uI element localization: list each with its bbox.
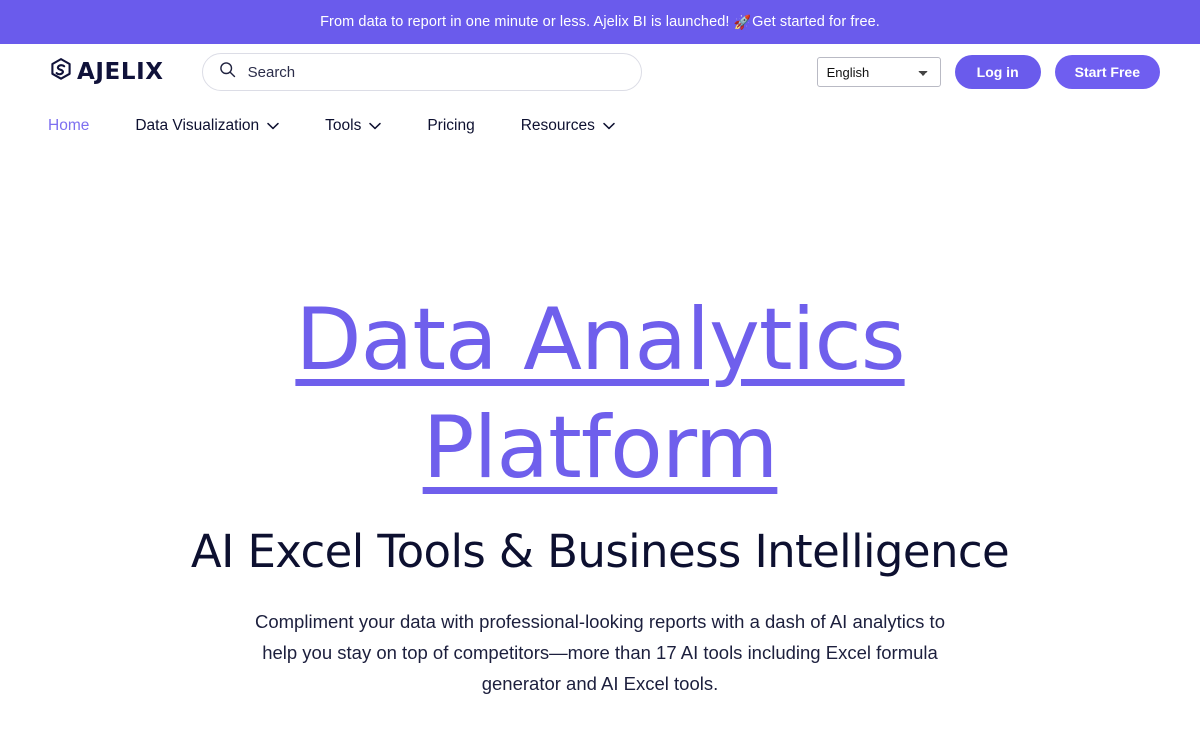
brand-logo-text: AJELIX [77, 58, 164, 85]
hero-title-line-2: Platform [422, 398, 779, 499]
nav-item-label: Tools [325, 117, 362, 134]
chevron-down-icon [603, 117, 615, 135]
hero-title-line-1: Data Analytics [295, 290, 905, 390]
rocket-icon: 🚀 [733, 13, 752, 30]
nav-item-label: Resources [520, 117, 595, 134]
brand-logo[interactable]: AJELIX [48, 57, 164, 88]
language-select[interactable]: English [816, 57, 941, 87]
header-actions: English Log in Start Free [816, 55, 1160, 89]
nav-item-home[interactable]: Home [48, 117, 89, 135]
nav-item-label: Data Visualization [135, 117, 260, 134]
nav-item-data-visualization[interactable]: Data Visualization [135, 117, 279, 135]
chevron-down-icon [267, 117, 279, 135]
search-icon [219, 61, 236, 83]
hero-section: Data Analytics Platform AI Excel Tools &… [0, 152, 1200, 700]
search-bar[interactable] [201, 53, 642, 91]
hero-description: Compliment your data with professional-l… [255, 611, 945, 694]
announcement-banner: From data to report in one minute or les… [0, 0, 1200, 44]
search-input[interactable] [247, 63, 627, 81]
nav-item-pricing[interactable]: Pricing [427, 117, 474, 135]
nav-item-resources[interactable]: Resources [521, 117, 615, 135]
announcement-text: From data to report in one minute or les… [320, 14, 730, 30]
nav-item-label: Pricing [427, 117, 475, 134]
main-navigation: Home Data Visualization Tools Pricing Re… [0, 100, 1200, 152]
hero-title: Data Analytics Platform [0, 286, 1200, 503]
ajelix-hex-logo-icon [48, 57, 74, 88]
login-button[interactable]: Log in [954, 55, 1041, 89]
nav-item-label: Home [48, 117, 90, 134]
site-header: AJELIX English Log in Start Free [0, 44, 1200, 100]
chevron-down-icon [369, 117, 382, 135]
hero-subtitle: AI Excel Tools & Business Intelligence [190, 524, 1010, 578]
start-free-button[interactable]: Start Free [1054, 55, 1160, 89]
nav-item-tools[interactable]: Tools [325, 117, 382, 135]
announcement-cta-link[interactable]: Get started for free. [752, 14, 880, 30]
